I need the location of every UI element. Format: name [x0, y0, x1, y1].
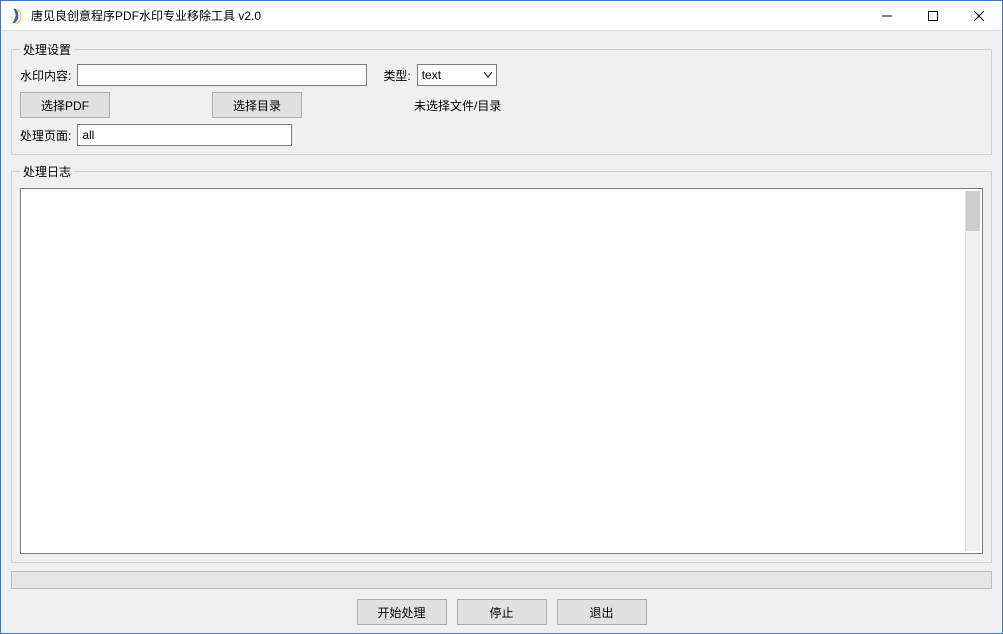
window-title: 唐见良创意程序PDF水印专业移除工具 v2.0: [31, 7, 864, 24]
settings-legend: 处理设置: [20, 41, 74, 58]
log-textarea-container: [20, 188, 983, 554]
progress-bar: [11, 571, 992, 589]
window-controls: [864, 1, 1002, 30]
app-icon: [9, 8, 25, 24]
exit-button[interactable]: 退出: [557, 599, 647, 625]
minimize-button[interactable]: [864, 1, 910, 30]
log-scrollbar[interactable]: [965, 191, 980, 551]
log-legend: 处理日志: [20, 163, 74, 180]
log-scrollbar-thumb[interactable]: [966, 191, 980, 231]
type-label: 类型:: [383, 67, 410, 84]
type-select-value: text: [422, 68, 480, 82]
maximize-button[interactable]: [910, 1, 956, 30]
select-pdf-button[interactable]: 选择PDF: [20, 92, 110, 118]
select-dir-button[interactable]: 选择目录: [212, 92, 302, 118]
watermark-input[interactable]: [77, 64, 367, 86]
stop-button[interactable]: 停止: [457, 599, 547, 625]
log-group: 处理日志: [11, 163, 992, 563]
client-area: 处理设置 水印内容: 类型: text 选择PDF 选择目录 未选择文件/目: [1, 31, 1002, 633]
titlebar: 唐见良创意程序PDF水印专业移除工具 v2.0: [1, 1, 1002, 31]
chevron-down-icon: [480, 65, 496, 85]
file-status-label: 未选择文件/目录: [414, 97, 501, 114]
pages-label: 处理页面:: [20, 127, 71, 144]
action-bar: 开始处理 停止 退出: [11, 597, 992, 625]
log-textarea[interactable]: [23, 191, 964, 551]
type-select[interactable]: text: [417, 64, 497, 86]
settings-group: 处理设置 水印内容: 类型: text 选择PDF 选择目录 未选择文件/目: [11, 41, 992, 155]
app-window: 唐见良创意程序PDF水印专业移除工具 v2.0 处理设置 水印内容: 类型: t…: [0, 0, 1003, 634]
close-button[interactable]: [956, 1, 1002, 30]
watermark-label: 水印内容:: [20, 67, 71, 84]
pages-input[interactable]: [77, 124, 292, 146]
start-button[interactable]: 开始处理: [357, 599, 447, 625]
